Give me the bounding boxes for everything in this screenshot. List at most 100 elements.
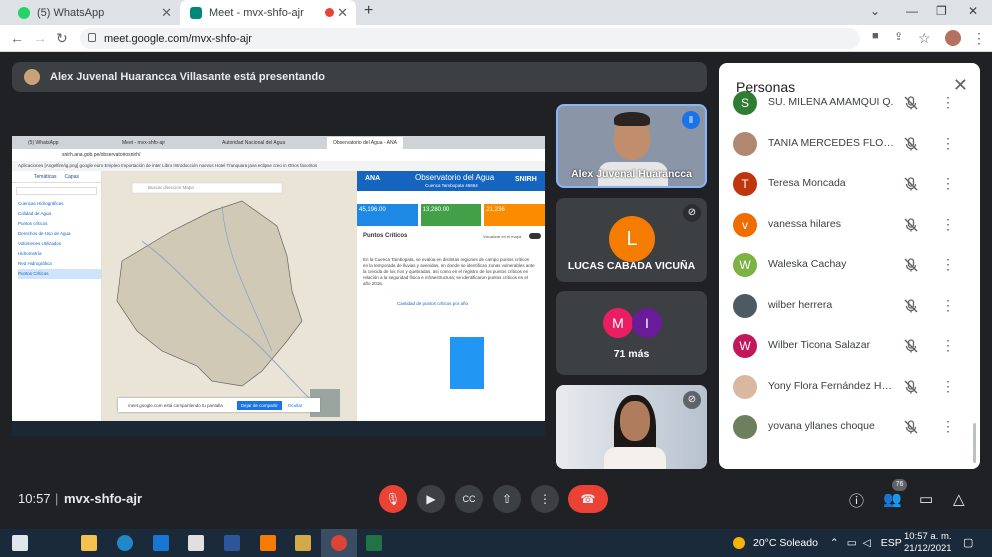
inner-sidebar-item: Volúmenes Utilizados: [18, 241, 62, 246]
more-options-icon[interactable]: ⋮: [941, 135, 955, 152]
participant-name: Teresa Moncada: [768, 177, 846, 189]
participant-tile-lucas[interactable]: ⊘ L LUCAS CABADA VICUÑA: [556, 198, 707, 282]
avatar: [733, 131, 757, 156]
info-icon[interactable]: ⓘ: [849, 490, 864, 511]
participant-row[interactable]: v vanessa hilares ⋮: [719, 205, 980, 245]
captions-button[interactable]: CC: [455, 485, 483, 513]
more-options-icon[interactable]: ⋮: [941, 337, 955, 354]
tab-whatsapp[interactable]: (5) WhatsApp ✕: [8, 0, 180, 25]
leave-call-button[interactable]: ☎: [568, 485, 608, 513]
minimize-button[interactable]: —: [906, 4, 918, 18]
tab-meet[interactable]: Meet - mvx-shfo-ajr ✕: [180, 0, 356, 25]
more-options-icon[interactable]: ⋮: [941, 175, 955, 192]
mic-off-icon[interactable]: [902, 175, 920, 193]
word-icon[interactable]: [224, 535, 240, 551]
excel-icon[interactable]: [366, 535, 382, 551]
participant-row[interactable]: S SU. MILENA AMAMQUI Q. ⋮: [719, 83, 980, 123]
participant-row[interactable]: W Waleska Cachay ⋮: [719, 245, 980, 285]
present-button[interactable]: ⇧: [493, 485, 521, 513]
dash-paragraph: En la Cuenca Tambopata, se evalúa en dis…: [363, 257, 535, 286]
share-icon[interactable]: ⇪: [894, 30, 903, 43]
maximize-button[interactable]: ❐: [936, 4, 947, 18]
more-options-icon[interactable]: ⋮: [941, 418, 955, 435]
notifications-icon[interactable]: ▢: [963, 536, 973, 549]
participant-row[interactable]: W Wilber Ticona Salazar ⋮: [719, 326, 980, 366]
menu-kebab-icon[interactable]: ⋮: [972, 30, 986, 47]
chrome-icon[interactable]: [331, 535, 347, 551]
store-icon[interactable]: [188, 535, 204, 551]
mic-off-icon[interactable]: [902, 256, 920, 274]
new-tab-button[interactable]: +: [364, 2, 373, 20]
mic-off-icon[interactable]: [902, 378, 920, 396]
chat-icon[interactable]: ▭: [919, 490, 933, 508]
participant-row[interactable]: yovana yllanes choque ⋮: [719, 407, 980, 447]
more-options-icon[interactable]: ⋮: [941, 256, 955, 273]
close-window-button[interactable]: ✕: [968, 4, 978, 18]
close-tab-icon[interactable]: ✕: [161, 5, 172, 21]
more-participants-tile[interactable]: M I 71 más: [556, 291, 707, 375]
back-arrow-icon[interactable]: ←: [10, 30, 24, 46]
participant-video-tile[interactable]: ⊘: [556, 385, 707, 469]
dash-kpi-box: 45,196.00: [357, 204, 418, 226]
file-explorer-icon[interactable]: [81, 535, 97, 551]
mic-toggle-button[interactable]: 🎙: [379, 485, 407, 513]
inner-tab-bar: (5) WhatsApp Meet - mvx-shfo-ajr Autorid…: [12, 136, 545, 149]
volume-icon[interactable]: ◁: [863, 537, 871, 549]
mic-off-icon[interactable]: [902, 337, 920, 355]
taskbar-clock[interactable]: 10:57 a. m. 21/12/2021: [904, 531, 952, 555]
camera-toggle-button[interactable]: ▶: [417, 485, 445, 513]
clock-time: 10:57 a. m.: [904, 531, 952, 542]
dash-kpi-row: 45,196.00 13,280.00 21,236: [357, 204, 545, 226]
reload-icon[interactable]: ↻: [56, 30, 68, 47]
presenter-hair: [614, 112, 650, 126]
more-options-button[interactable]: ⋮: [531, 485, 559, 513]
windows-start-icon[interactable]: [12, 535, 28, 551]
mic-off-icon[interactable]: [902, 135, 920, 153]
avatar: [24, 69, 40, 85]
participant-row[interactable]: wilber herrera ⋮: [719, 286, 980, 326]
camera-icon[interactable]: ■: [872, 30, 879, 42]
mail-icon[interactable]: [153, 535, 169, 551]
tray-chevron-icon[interactable]: ⌃: [830, 537, 839, 549]
participant-row[interactable]: TANIA MERCEDES FLORES ⋮: [719, 124, 980, 164]
activities-icon[interactable]: △: [953, 490, 965, 508]
more-options-icon[interactable]: ⋮: [941, 297, 955, 314]
scrollbar[interactable]: [973, 423, 976, 463]
stop-sharing-button[interactable]: Dejar de compartir: [236, 400, 282, 410]
avatar: v: [733, 212, 757, 237]
close-tab-icon[interactable]: ✕: [337, 5, 348, 21]
separator: |: [55, 491, 59, 506]
mic-off-icon[interactable]: [902, 216, 920, 234]
mic-off-icon[interactable]: [902, 297, 920, 315]
lock-icon[interactable]: [88, 33, 96, 42]
inner-tab: (5) WhatsApp: [28, 140, 59, 146]
participant-row[interactable]: T Teresa Moncada ⋮: [719, 164, 980, 204]
participant-face: [620, 401, 650, 441]
vlc-icon[interactable]: [260, 535, 276, 551]
video-player-icon[interactable]: [295, 535, 311, 551]
profile-avatar[interactable]: [945, 30, 961, 46]
more-options-icon[interactable]: ⋮: [941, 378, 955, 395]
mic-off-icon[interactable]: [902, 418, 920, 436]
weather-text: 20°C Soleado: [753, 537, 818, 549]
share-notice-text: meet.google.com está compartiendo tu pan…: [128, 402, 223, 408]
edge-icon[interactable]: [117, 535, 133, 551]
network-icon[interactable]: ▭: [847, 537, 857, 549]
mic-off-icon[interactable]: [902, 94, 920, 112]
tab-search-icon[interactable]: ⌄: [870, 4, 880, 18]
dash-kpi-box: 13,280.00: [420, 204, 482, 226]
dash-toggle[interactable]: [529, 233, 541, 239]
participant-row[interactable]: Yony Flora Fernández Her... ⋮: [719, 367, 980, 407]
avatar: L: [609, 216, 655, 262]
language-indicator[interactable]: ESP: [881, 537, 902, 549]
inner-sidebar-item: Puntos Críticos: [18, 269, 101, 279]
hide-button[interactable]: Ocultar: [288, 403, 303, 408]
bookmark-star-icon[interactable]: ☆: [918, 30, 931, 47]
presenter-video-tile[interactable]: Alex Juvenal Huarancca ⦀: [556, 104, 707, 188]
more-options-icon[interactable]: ⋮: [941, 94, 955, 111]
inner-sidebar-item: Derechos de Uso de Agua: [18, 231, 71, 236]
people-icon[interactable]: 👥: [883, 490, 902, 508]
forward-arrow-icon[interactable]: →: [33, 30, 47, 46]
more-options-icon[interactable]: ⋮: [941, 216, 955, 233]
url-field[interactable]: meet.google.com/mvx-shfo-ajr: [80, 28, 860, 49]
